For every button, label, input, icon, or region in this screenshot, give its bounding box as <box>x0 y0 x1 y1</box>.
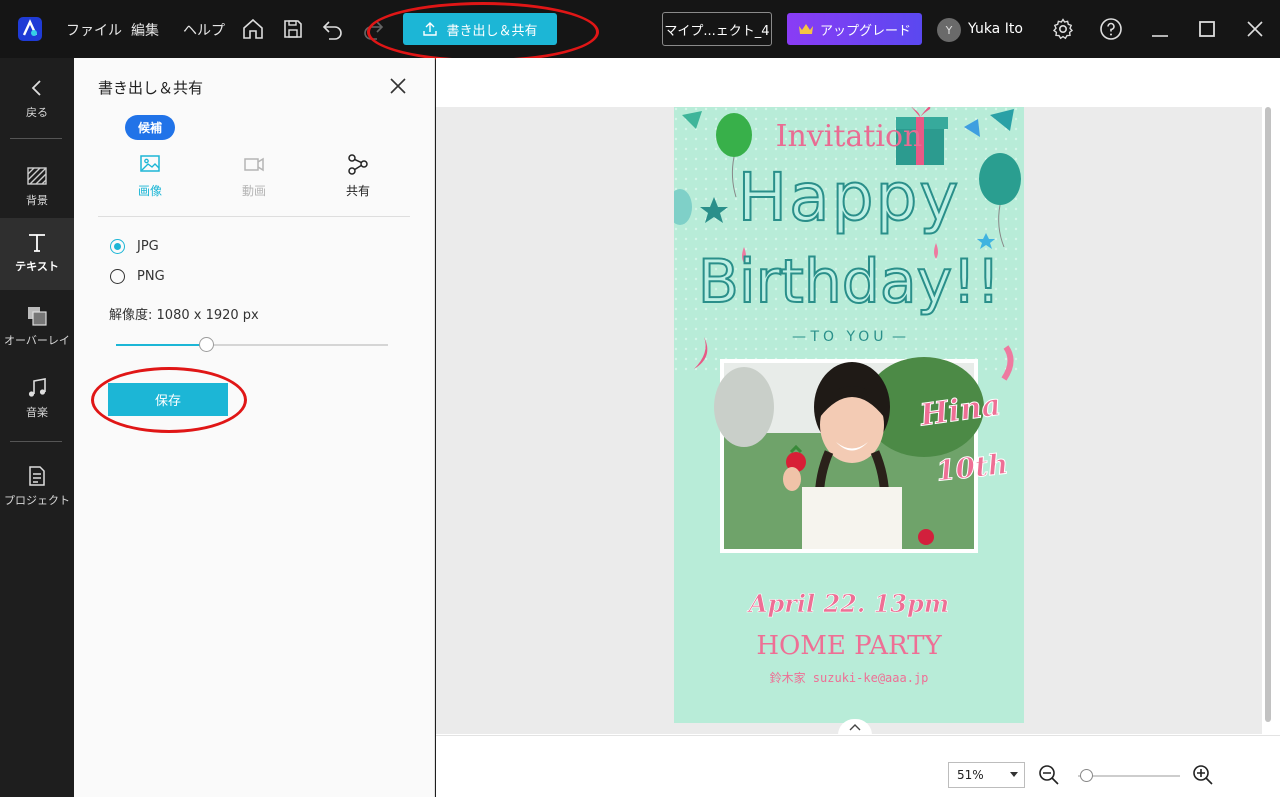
minimize-icon[interactable] <box>1148 17 1172 41</box>
to-you-dash-right: — <box>887 329 906 345</box>
tab-video-label: 動画 <box>241 184 266 198</box>
tab-image-label: 画像 <box>137 184 162 198</box>
export-share-button[interactable]: 書き出し＆共有 <box>403 13 557 45</box>
share-icon <box>348 154 368 175</box>
undo-icon[interactable] <box>321 17 345 41</box>
card-happy-text: Happy <box>737 158 961 237</box>
menu-file[interactable]: ファイル <box>66 20 122 40</box>
text-icon <box>25 230 49 254</box>
project-name-button[interactable]: マイプ...ェクト_4 <box>662 12 772 46</box>
card-event-text: HOME PARTY <box>756 631 942 661</box>
close-window-icon[interactable] <box>1243 17 1267 41</box>
maximize-icon[interactable] <box>1195 17 1219 41</box>
rail-item-label: プロジェクト <box>4 494 70 507</box>
rail-divider <box>10 138 62 139</box>
rail-item-label: オーバーレイ <box>4 334 70 347</box>
save-button[interactable]: 保存 <box>108 383 228 416</box>
resolution-slider-fill <box>116 344 206 346</box>
menu-help[interactable]: ヘルプ <box>183 20 225 40</box>
redo-icon[interactable] <box>361 17 385 41</box>
format-option-png[interactable]: PNG <box>110 269 165 284</box>
rail-divider <box>10 441 62 442</box>
format-label-png: PNG <box>137 269 165 284</box>
card-invitation-text: Invitation <box>775 119 923 154</box>
resolution-slider-thumb[interactable] <box>198 337 214 352</box>
format-label-jpg: JPG <box>137 239 159 254</box>
zoom-slider-thumb[interactable] <box>1080 769 1094 782</box>
rail-item-label: 背景 <box>26 194 48 207</box>
background-icon <box>25 164 49 188</box>
zoom-in-icon[interactable] <box>1192 764 1214 786</box>
back-arrow-icon <box>25 76 49 100</box>
radio-png[interactable] <box>110 269 125 284</box>
resolution-slider[interactable] <box>116 337 388 352</box>
rail-item-back[interactable]: 戻る <box>0 64 74 134</box>
card-contact-text: 鈴木家 suzuki-ke@aaa.jp <box>769 671 929 685</box>
rail-item-label: テキスト <box>15 260 59 273</box>
username[interactable]: Yuka Ito <box>968 21 1023 37</box>
app-logo-icon <box>17 16 43 42</box>
close-icon[interactable] <box>388 76 408 96</box>
upload-icon <box>423 22 438 36</box>
rail-item-text[interactable]: テキスト <box>0 218 74 290</box>
card-to-you-text: TO YOU <box>810 329 888 345</box>
title-bar: ファイル 編集 ヘルプ 書き出し＆共有 マイプ...ェクト_4 アップグレード … <box>0 0 1280 62</box>
zoom-slider[interactable] <box>1078 775 1180 777</box>
upgrade-button[interactable]: アップグレード <box>787 13 922 45</box>
upgrade-label: アップグレード <box>819 23 911 39</box>
export-share-label: 書き出し＆共有 <box>446 23 538 39</box>
to-you-dash-left: — <box>792 329 811 345</box>
left-rail: 戻る 背景 テキスト オーバーレイ 音楽 プロジェクト <box>0 58 74 797</box>
recommended-badge: 候補 <box>125 115 175 140</box>
canvas-scrollbar[interactable] <box>1265 107 1271 722</box>
resolution-label: 解像度: <box>109 308 153 323</box>
format-option-jpg[interactable]: JPG <box>110 239 159 254</box>
tab-share-label: 共有 <box>345 184 370 198</box>
radio-jpg[interactable] <box>110 239 125 254</box>
project-icon <box>25 464 49 488</box>
music-icon <box>25 376 49 400</box>
settings-gear-icon[interactable] <box>1051 17 1075 41</box>
canvas-area: Invitation Happy Birthday!! — TO YOU — H… <box>436 58 1280 797</box>
help-icon[interactable] <box>1099 17 1123 41</box>
card-to-you: — TO YOU — <box>674 329 1024 345</box>
overlay-icon <box>25 304 49 328</box>
card-date-text: April 22. 13pm <box>748 589 950 619</box>
chevron-down-icon <box>1010 772 1018 777</box>
zoom-value: 51% <box>957 768 984 782</box>
home-icon[interactable] <box>241 17 265 41</box>
save-icon[interactable] <box>281 17 305 41</box>
rail-item-label: 戻る <box>26 106 48 119</box>
zoom-bar: 51% <box>436 735 1280 797</box>
chevron-up-icon <box>849 724 861 731</box>
crown-icon <box>798 24 813 34</box>
resolution-value: 1080 x 1920 px <box>156 308 259 323</box>
resolution-readout: 解像度: 1080 x 1920 px <box>109 304 259 323</box>
rail-item-background[interactable]: 背景 <box>0 152 74 222</box>
tab-image[interactable]: 画像 <box>120 152 180 199</box>
invitation-card[interactable]: Invitation Happy Birthday!! — TO YOU — H… <box>674 107 1024 723</box>
card-birthday-text: Birthday!! <box>697 246 1002 318</box>
rail-item-overlay[interactable]: オーバーレイ <box>0 292 74 362</box>
avatar[interactable]: Y <box>937 18 961 42</box>
tab-video[interactable]: 動画 <box>224 152 284 199</box>
zoom-out-icon[interactable] <box>1038 764 1060 786</box>
menu-edit[interactable]: 編集 <box>131 20 159 40</box>
rail-item-music[interactable]: 音楽 <box>0 364 74 434</box>
zoom-select[interactable]: 51% <box>948 762 1025 788</box>
tab-share[interactable]: 共有 <box>328 152 388 199</box>
image-icon <box>140 155 160 172</box>
panel-title: 書き出し＆共有 <box>98 79 204 97</box>
rail-item-label: 音楽 <box>26 406 48 419</box>
rail-item-project[interactable]: プロジェクト <box>0 452 74 522</box>
video-icon <box>244 157 264 172</box>
tab-divider <box>98 216 410 217</box>
export-share-panel: 書き出し＆共有 候補 画像 動画 共有 JPG PNG 解像度: 1080 x … <box>74 58 435 797</box>
